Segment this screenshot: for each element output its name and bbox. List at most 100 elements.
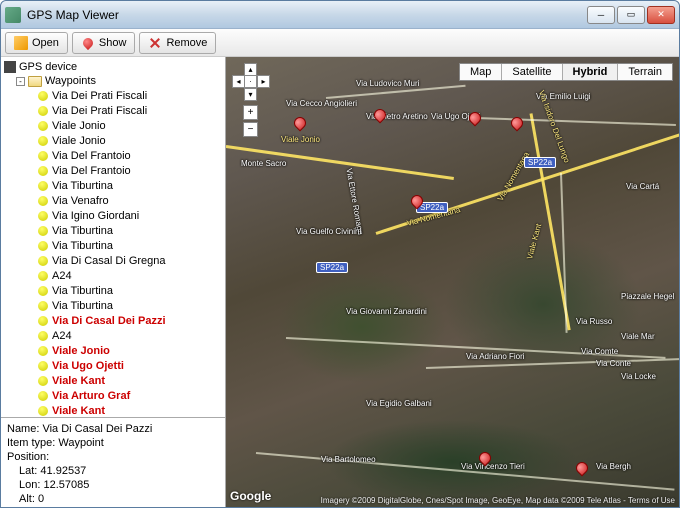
tree-item[interactable]: Via Igino Giordani	[4, 208, 222, 223]
minimize-button[interactable]: ─	[587, 6, 615, 24]
pan-south-button[interactable]: ▾	[244, 88, 257, 101]
detail-lat: Lat: 41.92537	[7, 464, 219, 478]
collapse-icon[interactable]: -	[16, 77, 25, 86]
waypoint-icon	[38, 286, 48, 296]
waypoint-icon	[38, 106, 48, 116]
tree-item[interactable]: Viale Jonio	[4, 343, 222, 358]
waypoint-icon	[38, 136, 48, 146]
waypoint-icon	[38, 271, 48, 281]
tree-item[interactable]: Via Del Frantoio	[4, 163, 222, 178]
tree-item-label: Via Ugo Ojetti	[52, 360, 124, 372]
toolbar: Open Show Remove	[1, 29, 679, 57]
titlebar[interactable]: GPS Map Viewer ─ ▭ ✕	[1, 1, 679, 29]
pan-east-button[interactable]: ▸	[257, 75, 270, 88]
waypoint-icon	[38, 181, 48, 191]
tree-item[interactable]: Via Tiburtina	[4, 238, 222, 253]
tree-item[interactable]: Via Ugo Ojetti	[4, 358, 222, 373]
tree-item[interactable]: Via Tiburtina	[4, 178, 222, 193]
map-marker[interactable]	[411, 195, 423, 213]
map-marker[interactable]	[469, 112, 481, 130]
route-badge: SP22a	[524, 157, 556, 168]
map-marker[interactable]	[479, 452, 491, 470]
remove-button[interactable]: Remove	[139, 32, 216, 54]
map-marker[interactable]	[576, 462, 588, 480]
app-window: GPS Map Viewer ─ ▭ ✕ Open Show Remove GP…	[0, 0, 680, 508]
tree-item-label: Viale Jonio	[52, 120, 106, 132]
waypoint-icon	[38, 301, 48, 311]
tree-item-label: Via Di Casal Di Gregna	[52, 255, 166, 267]
tree-item[interactable]: Via Tiburtina	[4, 223, 222, 238]
tree-item[interactable]: Viale Kant	[4, 403, 222, 417]
tree-item-label: Via Dei Prati Fiscali	[52, 105, 147, 117]
app-icon	[5, 7, 21, 23]
map-marker[interactable]	[511, 117, 523, 135]
map-type-hybrid[interactable]: Hybrid	[563, 64, 619, 80]
pan-center-button[interactable]: ·	[244, 75, 257, 88]
tree-item-label: Via Venafro	[52, 195, 109, 207]
tree-item[interactable]: Via Del Frantoio	[4, 148, 222, 163]
tree-item[interactable]: Viale Jonio	[4, 118, 222, 133]
map-type-satellite[interactable]: Satellite	[502, 64, 562, 80]
tree-item[interactable]: Via Dei Prati Fiscali	[4, 103, 222, 118]
tree-view[interactable]: GPS device - Waypoints Via Dei Prati Fis…	[1, 57, 225, 417]
tree-item[interactable]: Via Di Casal Di Gregna	[4, 253, 222, 268]
pan-control: ▴ ▾ ◂ ▸ ·	[232, 63, 270, 101]
map-type-selector: Map Satellite Hybrid Terrain	[459, 63, 673, 81]
tree-item-label: Viale Kant	[52, 405, 105, 417]
tree-item[interactable]: Via Dei Prati Fiscali	[4, 88, 222, 103]
pin-icon	[81, 36, 95, 50]
map-marker[interactable]	[374, 109, 386, 127]
waypoint-icon	[38, 211, 48, 221]
show-button[interactable]: Show	[72, 32, 136, 54]
map-view[interactable]: Viale Jonio Via Ludovico Muri Via Emilio…	[226, 57, 679, 507]
map-type-map[interactable]: Map	[460, 64, 502, 80]
tree-item-label: Via Tiburtina	[52, 300, 113, 312]
waypoint-icon	[38, 166, 48, 176]
map-pan-zoom: ▴ ▾ ◂ ▸ · + −	[232, 63, 270, 139]
sidebar: GPS device - Waypoints Via Dei Prati Fis…	[1, 57, 226, 507]
tree-item-label: Viale Jonio	[52, 135, 106, 147]
tree-item[interactable]: Viale Jonio	[4, 133, 222, 148]
map-attribution: Imagery ©2009 DigitalGlobe, Cnes/Spot Im…	[321, 496, 675, 505]
open-button[interactable]: Open	[5, 32, 68, 54]
tree-item-label: Via Del Frantoio	[52, 150, 131, 162]
device-icon	[4, 61, 16, 73]
map-marker[interactable]	[294, 117, 306, 135]
waypoint-icon	[38, 376, 48, 386]
detail-lon: Lon: 12.57085	[7, 478, 219, 492]
tree-item-label: A24	[52, 270, 72, 282]
tree-item[interactable]: Viale Kant	[4, 373, 222, 388]
google-logo: Google	[230, 489, 271, 503]
tree-folder-waypoints[interactable]: - Waypoints	[4, 74, 222, 88]
details-panel: Name: Via Di Casal Dei Pazzi Item type: …	[1, 417, 225, 507]
tree-item-label: Viale Kant	[52, 375, 105, 387]
zoom-out-button[interactable]: −	[243, 122, 258, 137]
waypoint-icon	[38, 226, 48, 236]
tree-item[interactable]: Via Tiburtina	[4, 283, 222, 298]
tree-item[interactable]: Via Venafro	[4, 193, 222, 208]
tree-item[interactable]: A24	[4, 328, 222, 343]
waypoint-icon	[38, 331, 48, 341]
route-badge: SP22a	[316, 262, 348, 273]
detail-alt: Alt: 0	[7, 492, 219, 506]
tree-item[interactable]: Via Arturo Graf	[4, 388, 222, 403]
waypoint-icon	[38, 346, 48, 356]
tree-item-label: Via Arturo Graf	[52, 390, 130, 402]
tree-item-label: Via Dei Prati Fiscali	[52, 90, 147, 102]
window-title: GPS Map Viewer	[27, 8, 587, 22]
waypoint-icon	[38, 316, 48, 326]
zoom-in-button[interactable]: +	[243, 105, 258, 120]
folder-icon	[28, 76, 42, 87]
detail-position-label: Position:	[7, 450, 219, 464]
waypoint-icon	[38, 91, 48, 101]
detail-name: Name: Via Di Casal Dei Pazzi	[7, 422, 219, 436]
waypoint-icon	[38, 391, 48, 401]
tree-root[interactable]: GPS device	[4, 60, 222, 74]
tree-item[interactable]: Via Di Casal Dei Pazzi	[4, 313, 222, 328]
detail-type: Item type: Waypoint	[7, 436, 219, 450]
tree-item[interactable]: A24	[4, 268, 222, 283]
maximize-button[interactable]: ▭	[617, 6, 645, 24]
tree-item[interactable]: Via Tiburtina	[4, 298, 222, 313]
close-button[interactable]: ✕	[647, 6, 675, 24]
map-type-terrain[interactable]: Terrain	[618, 64, 672, 80]
